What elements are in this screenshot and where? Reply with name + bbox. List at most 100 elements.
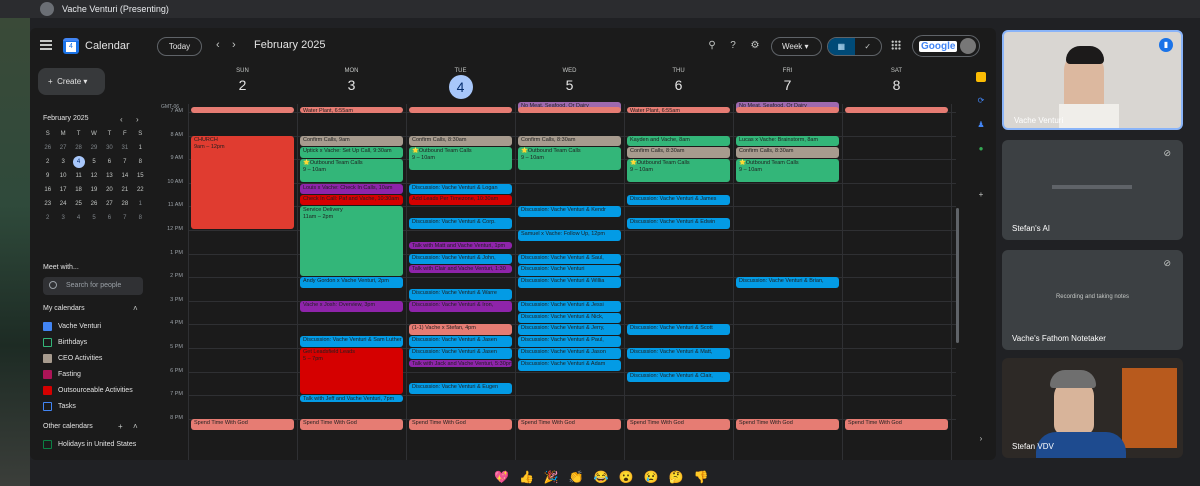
calendar-event[interactable]: Discussion: Vache Venturi & Jasen bbox=[409, 348, 512, 359]
calendar-event[interactable]: Discussion: Vache Venturi & Corp. bbox=[409, 218, 512, 229]
search-people-input[interactable]: Search for people bbox=[43, 277, 143, 295]
calendar-event[interactable]: Discussion: Vache Venturi & Jerry, bbox=[518, 324, 621, 336]
calendar-event[interactable]: 🌟Outbound Team Calls 9 – 10am bbox=[300, 159, 403, 182]
participant-tile-fathom[interactable]: ⊘ Recording and taking notes Vache's Fat… bbox=[1002, 250, 1183, 350]
other-calendars-heading[interactable]: Other calendars bbox=[43, 423, 93, 430]
day-column-header[interactable]: SUN 2 bbox=[188, 64, 297, 104]
mini-date[interactable]: 8 bbox=[133, 156, 148, 168]
calendar-item[interactable]: Tasks bbox=[43, 401, 76, 412]
calendar-item[interactable]: Birthdays bbox=[43, 337, 87, 348]
calendar-event[interactable]: Confirm Calls, 8:30am bbox=[627, 147, 730, 159]
calendar-event[interactable]: Service Delivery 11am – 2pm bbox=[300, 206, 403, 277]
calendar-event[interactable]: Talk with Clair and Vache Venturi, 1:30 bbox=[409, 265, 512, 273]
calendar-event[interactable]: Add Leads Per Timezone, 10:30am bbox=[409, 194, 512, 206]
mini-date[interactable]: 14 bbox=[117, 170, 132, 182]
mini-date[interactable]: 1 bbox=[133, 198, 148, 210]
calendar-event[interactable]: Vache x Josh: Overview, 3pm bbox=[300, 300, 403, 312]
day-date[interactable]: 7 bbox=[733, 77, 842, 93]
add-calendar-icon[interactable]: + bbox=[118, 422, 123, 431]
day-column-header[interactable]: THU 6 bbox=[624, 64, 733, 104]
calendar-event[interactable]: Discussion: Vache Venturi & Warre bbox=[409, 289, 512, 300]
day-column-header[interactable]: FRI 7 bbox=[733, 64, 842, 104]
calendar-event[interactable]: Discussion: Vache Venturi & James bbox=[627, 194, 730, 206]
create-button[interactable]: + Create ▾ bbox=[38, 68, 105, 95]
calendar-view-icon[interactable]: ▦ bbox=[828, 38, 855, 55]
mini-date[interactable]: 16 bbox=[40, 184, 55, 196]
reaction-emoji-button[interactable]: 😂 bbox=[594, 470, 609, 484]
calendar-checkbox[interactable] bbox=[43, 440, 52, 449]
mini-date[interactable]: 17 bbox=[55, 184, 70, 196]
mini-date[interactable]: 6 bbox=[102, 212, 117, 224]
settings-gear-icon[interactable]: ⚙ bbox=[749, 40, 761, 52]
calendar-event[interactable]: Discussion: Vache Venturi & Edwin bbox=[627, 218, 730, 229]
chevron-up-icon[interactable]: ˄ bbox=[133, 422, 138, 431]
mini-date[interactable]: 27 bbox=[55, 142, 70, 154]
mini-date[interactable]: 24 bbox=[55, 198, 70, 210]
calendar-event[interactable] bbox=[845, 107, 948, 114]
calendar-event[interactable]: Discussion: Vache Venturi bbox=[518, 265, 621, 277]
reaction-emoji-button[interactable]: 👏 bbox=[569, 470, 584, 484]
next-week-button[interactable]: › bbox=[232, 39, 236, 51]
day-column-header[interactable]: SAT 8 bbox=[842, 64, 951, 104]
mini-date[interactable]: 4 bbox=[72, 156, 85, 168]
day-date[interactable]: 6 bbox=[624, 77, 733, 93]
mini-date[interactable]: 7 bbox=[117, 156, 132, 168]
view-select[interactable]: Week ▾ bbox=[771, 37, 822, 56]
calendar-event[interactable]: Discussion: Vache Venturi & Logan bbox=[409, 183, 512, 194]
help-icon[interactable]: ? bbox=[727, 40, 739, 52]
calendar-event[interactable]: Water Plant, 6:55am bbox=[300, 107, 403, 114]
calendar-event[interactable]: CHURCH 9am – 12pm bbox=[191, 135, 294, 229]
calendar-event[interactable]: Discussion: Vache Venturi & Paul, bbox=[518, 336, 621, 347]
mini-date[interactable]: 13 bbox=[102, 170, 117, 182]
mini-date[interactable]: 3 bbox=[55, 156, 70, 168]
calendar-item[interactable]: Outsourceable Activities bbox=[43, 385, 133, 396]
calendar-checkbox[interactable] bbox=[43, 354, 52, 363]
search-icon[interactable]: ⚲ bbox=[706, 40, 718, 52]
calendar-event[interactable] bbox=[518, 107, 621, 114]
calendar-event[interactable] bbox=[191, 107, 294, 114]
calendar-event[interactable]: Discussion: Vache Venturi & Iron, bbox=[409, 300, 512, 312]
mini-prev-icon[interactable]: ‹ bbox=[120, 115, 123, 124]
calendar-event[interactable]: Spend Time With God bbox=[191, 418, 294, 430]
day-column-header[interactable]: MON 3 bbox=[297, 64, 406, 104]
calendar-event[interactable]: Spend Time With God bbox=[627, 418, 730, 430]
mini-date[interactable]: 21 bbox=[117, 184, 132, 196]
mini-date[interactable]: 9 bbox=[40, 170, 55, 182]
calendar-event[interactable]: Get Leadsfield Leads 5 – 7pm bbox=[300, 348, 403, 395]
calendar-event[interactable]: Louis x Vache: Check In Calls, 10am bbox=[300, 183, 403, 194]
mini-date[interactable]: 8 bbox=[133, 212, 148, 224]
mini-date[interactable]: 27 bbox=[102, 198, 117, 210]
mini-date[interactable]: 19 bbox=[86, 184, 101, 196]
reaction-emoji-button[interactable]: 😮 bbox=[619, 470, 634, 484]
reaction-emoji-button[interactable]: 💖 bbox=[494, 470, 509, 484]
reaction-emoji-button[interactable]: 🤔 bbox=[669, 470, 684, 484]
mini-date[interactable]: 4 bbox=[71, 212, 86, 224]
calendar-event[interactable]: Samuel x Vache: Follow Up, 12pm bbox=[518, 230, 621, 241]
calendar-event[interactable]: Talk with Jeff and Vache Venturi, 7pm bbox=[300, 395, 403, 403]
calendar-event[interactable]: Talk with Matt and Vache Venturi, 1pm bbox=[409, 241, 512, 250]
mini-date[interactable]: 20 bbox=[102, 184, 117, 196]
mini-date[interactable]: 31 bbox=[117, 142, 132, 154]
day-date[interactable]: 3 bbox=[297, 77, 406, 93]
mini-date[interactable]: 26 bbox=[40, 142, 55, 154]
calendar-item[interactable]: Vache Venturi bbox=[43, 321, 101, 332]
calendar-item[interactable]: CEO Activities bbox=[43, 353, 102, 364]
calendar-event[interactable]: Spend Time With God bbox=[518, 418, 621, 430]
mini-date[interactable]: 6 bbox=[102, 156, 117, 168]
calendar-checkbox[interactable] bbox=[43, 338, 52, 347]
day-column-header[interactable]: WED 5 bbox=[515, 64, 624, 104]
mini-date[interactable]: 28 bbox=[117, 198, 132, 210]
participant-tile-stefans-ai[interactable]: ⊘ Stefan's AI bbox=[1002, 140, 1183, 240]
calendar-event[interactable]: Lucas x Vache: Brainstorm, 8am bbox=[736, 135, 839, 147]
calendar-event[interactable]: Discussion: Vache Venturi & John, bbox=[409, 253, 512, 265]
calendar-event[interactable]: Discussion: Vache Venturi & Jessi bbox=[518, 300, 621, 312]
google-apps-icon[interactable] bbox=[891, 40, 901, 50]
calendar-event[interactable]: Discussion: Vache Venturi & Adam bbox=[518, 359, 621, 371]
reaction-emoji-button[interactable]: 👎 bbox=[694, 470, 709, 484]
calendar-event[interactable]: Discussion: Vache Venturi & Clair, bbox=[627, 371, 730, 383]
tasks-icon[interactable]: ⟳ bbox=[976, 96, 986, 106]
day-date[interactable]: 5 bbox=[515, 77, 624, 93]
calendar-event[interactable]: Andy Gordon x Vache Venturi, 2pm bbox=[300, 277, 403, 288]
reaction-emoji-button[interactable]: 😢 bbox=[644, 470, 659, 484]
mini-date[interactable]: 7 bbox=[117, 212, 132, 224]
